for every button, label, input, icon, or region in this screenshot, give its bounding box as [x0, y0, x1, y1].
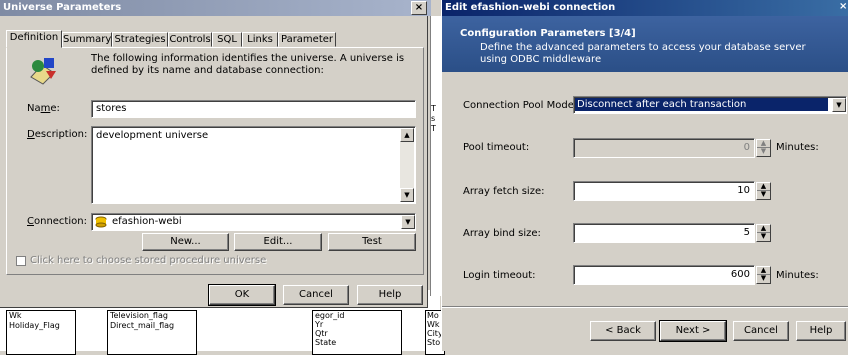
connection-title-bar[interactable]: Edit efashion-webi connection [442, 0, 848, 16]
tab-controls[interactable]: Controls [168, 32, 212, 47]
chevron-down-icon[interactable]: ▼ [832, 98, 846, 112]
description-label: Description: [27, 129, 88, 140]
ok-button[interactable]: OK [208, 284, 276, 306]
background-label: s [431, 114, 436, 123]
name-label: Name: [27, 103, 60, 114]
scroll-down-icon[interactable]: ▼ [400, 188, 414, 202]
wizard-step-title: Configuration Parameters [3/4] [460, 28, 636, 39]
universe-parameters-dialog: Universe Parameters × Definition Summary… [0, 0, 431, 308]
background-label: T [431, 104, 436, 113]
array-bind-label: Array bind size: [463, 228, 541, 239]
description-text: development universe [96, 130, 209, 141]
close-icon[interactable]: × [411, 1, 427, 15]
table-field[interactable]: State [313, 338, 401, 347]
table-panel-1[interactable]: Wk Holiday_Flag [6, 310, 76, 355]
login-timeout-unit: Minutes: [776, 270, 819, 281]
pool-timeout-spinner[interactable]: ▲ ▼ [756, 139, 771, 157]
connection-label: Connection: [27, 216, 87, 227]
scroll-up-icon[interactable]: ▲ [400, 128, 414, 142]
array-fetch-label: Array fetch size: [463, 186, 545, 197]
cancel-button[interactable]: Cancel [283, 285, 349, 305]
test-connection-button[interactable]: Test [328, 233, 416, 251]
pool-timeout-field[interactable]: 0 [573, 138, 755, 158]
chevron-down-icon[interactable]: ▼ [401, 215, 415, 229]
pool-mode-label: Connection Pool Mode [463, 100, 574, 111]
tab-summary[interactable]: Summary [62, 32, 112, 47]
stored-proc-label[interactable]: Click here to choose stored procedure un… [30, 255, 266, 266]
table-field[interactable]: Direct_mail_flag [108, 321, 196, 331]
wizard-step-desc: Define the advanced parameters to access… [480, 42, 806, 65]
login-timeout-field[interactable]: 600 [573, 265, 755, 285]
dialog-title: Universe Parameters [3, 2, 122, 13]
help-button[interactable]: Help [357, 285, 423, 305]
table-field[interactable]: Qtr [313, 329, 401, 338]
description-field[interactable]: development universe [91, 126, 416, 204]
table-panel-2[interactable]: Television_flag Direct_mail_flag [107, 310, 197, 355]
stored-proc-checkbox[interactable] [16, 256, 26, 266]
description-scrollbar[interactable]: ▲ ▼ [400, 128, 414, 202]
dialog-title-bar[interactable]: Universe Parameters [0, 0, 431, 16]
table-field[interactable]: Wk [7, 311, 75, 321]
array-fetch-field[interactable]: 10 [573, 181, 755, 201]
table-panel-3[interactable]: egor_id Yr Qtr State [312, 310, 402, 355]
database-icon [95, 216, 107, 228]
button-separator [442, 306, 848, 308]
array-fetch-spinner[interactable]: ▲ ▼ [756, 182, 771, 200]
tab-strategies[interactable]: Strategies [112, 32, 168, 47]
connection-dialog-title: Edit efashion-webi connection [445, 2, 616, 13]
wizard-header: Configuration Parameters [3/4] Define th… [442, 16, 848, 72]
wizard-cancel-button[interactable]: Cancel [733, 321, 789, 341]
background-label: T [431, 124, 436, 133]
intro-text: The following information identifies the… [91, 53, 405, 76]
login-timeout-spinner[interactable]: ▲ ▼ [756, 266, 771, 284]
array-bind-field[interactable]: 5 [573, 223, 755, 243]
login-timeout-label: Login timeout: [463, 270, 536, 281]
pool-timeout-unit: Minutes: [776, 142, 819, 153]
table-field[interactable]: egor_id [313, 311, 401, 320]
name-field[interactable]: stores [91, 100, 416, 118]
new-connection-button[interactable]: New... [142, 233, 229, 251]
edit-connection-button[interactable]: Edit... [234, 233, 322, 251]
universe-icon [28, 55, 60, 85]
tab-links[interactable]: Links [242, 32, 278, 47]
tab-parameter[interactable]: Parameter [278, 32, 336, 47]
tab-definition[interactable]: Definition [6, 30, 62, 48]
close-icon[interactable]: × [839, 1, 848, 15]
back-button[interactable]: < Back [590, 321, 656, 341]
connection-select[interactable]: efashion-webi [91, 213, 416, 231]
edit-connection-dialog: Edit efashion-webi connection × Configur… [441, 0, 848, 351]
pool-mode-select[interactable]: Disconnect after each transaction [573, 96, 847, 114]
array-bind-spinner[interactable]: ▲ ▼ [756, 224, 771, 242]
connection-value: efashion-webi [112, 216, 182, 227]
tab-sql[interactable]: SQL [212, 32, 242, 47]
next-button[interactable]: Next > [659, 320, 727, 342]
table-field[interactable]: Holiday_Flag [7, 321, 75, 331]
pool-mode-value: Disconnect after each transaction [575, 98, 828, 111]
pool-timeout-label: Pool timeout: [463, 142, 530, 153]
wizard-help-button[interactable]: Help [796, 321, 846, 341]
table-field[interactable]: Television_flag [108, 311, 196, 321]
table-field[interactable]: Yr [313, 320, 401, 329]
